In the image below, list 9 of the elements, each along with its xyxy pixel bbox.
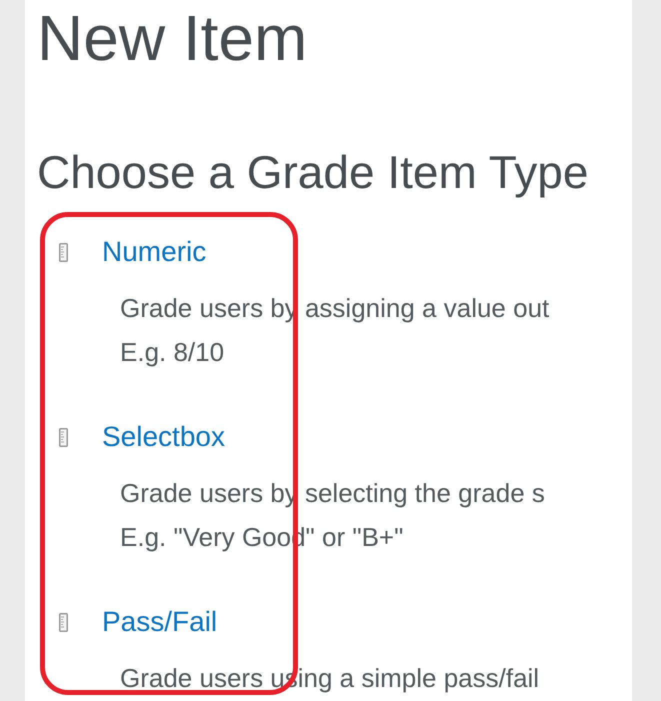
- ruler-icon: [59, 242, 68, 262]
- ruler-icon: [59, 428, 68, 446]
- grade-type-link[interactable]: Selectbox: [102, 421, 225, 453]
- grade-type-link[interactable]: Numeric: [102, 236, 206, 268]
- description-text: E.g. 8/10: [120, 336, 226, 369]
- ruler-icon: [59, 612, 68, 632]
- page-title: New Item: [37, 1, 308, 76]
- section-heading: Choose a Grade Item Type: [37, 145, 590, 199]
- grade-type-link[interactable]: Pass/Fail: [102, 606, 218, 638]
